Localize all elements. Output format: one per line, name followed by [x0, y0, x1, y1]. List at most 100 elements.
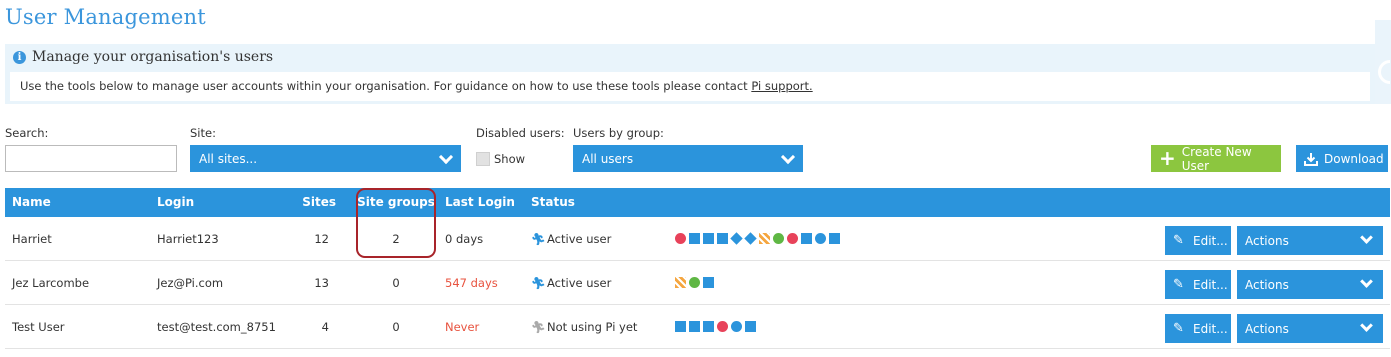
edit-label: Edit...: [1193, 321, 1228, 336]
download-icon: [1304, 152, 1318, 166]
site-select-value: All sites...: [199, 152, 258, 166]
truck-icon: [689, 233, 700, 244]
edit-button[interactable]: ✎ Edit...: [1165, 314, 1231, 343]
user-login: Jez@Pi.com: [157, 276, 224, 290]
site-select[interactable]: All sites...: [190, 145, 461, 172]
box-icon: [703, 277, 714, 288]
table-row: Test User test@test.com_8751 4 0 Never 🏃︎Not …: [5, 305, 1390, 349]
leaf-icon: [689, 277, 700, 288]
permission-icons: [675, 232, 840, 245]
user-last-login: Never: [445, 320, 480, 334]
pi-support-link[interactable]: Pi support.: [751, 79, 812, 93]
user-sites: 4: [321, 320, 329, 334]
user-name: Harriet: [12, 232, 52, 246]
user-name: Test User: [12, 320, 65, 334]
column-header-login[interactable]: Login: [157, 195, 194, 209]
edit-button[interactable]: ✎ Edit...: [1165, 226, 1231, 255]
download-doc-icon: [717, 233, 728, 244]
apple-icon: [675, 233, 686, 244]
column-header-sites[interactable]: Sites: [285, 195, 336, 209]
clock-icon: [731, 321, 742, 332]
checkered-icon: [759, 233, 770, 244]
user-status: 🏃︎Active user: [531, 276, 611, 290]
info-icon: i: [13, 50, 26, 64]
chevron-down-icon: [1360, 319, 1373, 332]
tags-icon: [744, 232, 757, 245]
clock-icon: [815, 233, 826, 244]
plus-icon: +: [1159, 145, 1176, 170]
search-input[interactable]: [5, 145, 177, 172]
user-login: test@test.com_8751: [157, 320, 276, 334]
info-heading-text: Manage your organisation's users: [32, 49, 274, 65]
download-button[interactable]: Download: [1296, 145, 1388, 172]
actions-dropdown[interactable]: Actions: [1237, 314, 1383, 343]
search-label: Search:: [5, 126, 49, 140]
check-box-icon: [801, 233, 812, 244]
permission-icons: [675, 321, 756, 332]
actions-dropdown[interactable]: Actions: [1237, 226, 1383, 255]
box-icon: [829, 233, 840, 244]
piggy-bank-icon: [787, 233, 798, 244]
disabled-users-label: Disabled users:: [476, 126, 565, 140]
runner-icon: 🏃︎: [531, 320, 546, 334]
actions-label: Actions: [1245, 321, 1289, 336]
column-header-status[interactable]: Status: [531, 195, 575, 209]
permission-icons: [675, 277, 714, 288]
table-header: Name Login Sites Site groups Last Login …: [5, 188, 1390, 217]
show-disabled-checkbox[interactable]: [476, 152, 490, 166]
leaf-icon: [773, 233, 784, 244]
runner-icon: 🏃︎: [531, 276, 546, 290]
user-status-text: Active user: [547, 276, 612, 290]
user-last-login: 0 days: [445, 232, 484, 246]
download-doc-icon: [703, 321, 714, 332]
info-panel: i Manage your organisation's users Use t…: [5, 44, 1375, 104]
pencil-icon: ✎: [1173, 233, 1184, 248]
create-new-user-label: Create New User: [1181, 144, 1252, 173]
user-sites: 12: [314, 232, 329, 246]
column-header-last-login[interactable]: Last Login: [445, 195, 515, 209]
download-label: Download: [1324, 151, 1384, 166]
chevron-down-icon: [1360, 275, 1373, 288]
page-title: User Management: [5, 5, 206, 29]
info-body-text: Use the tools below to manage user accou…: [20, 79, 752, 93]
user-site-groups: 2: [392, 232, 400, 246]
edit-label: Edit...: [1193, 277, 1228, 292]
runner-icon: 🏃︎: [531, 232, 546, 246]
swirl-decoration-icon: [1378, 60, 1390, 84]
column-header-name[interactable]: Name: [12, 195, 51, 209]
actions-label: Actions: [1245, 233, 1289, 248]
document-icon: [703, 233, 714, 244]
group-select[interactable]: All users: [573, 145, 803, 172]
group-select-value: All users: [582, 152, 634, 166]
user-status-text: Active user: [547, 232, 612, 246]
actions-label: Actions: [1245, 277, 1289, 292]
group-label: Users by group:: [573, 126, 664, 140]
piggy-bank-icon: [717, 321, 728, 332]
tag-icon: [730, 232, 743, 245]
user-status-text: Not using Pi yet: [547, 320, 638, 334]
user-status: 🏃︎Active user: [531, 232, 611, 246]
info-heading: i Manage your organisation's users: [13, 49, 273, 65]
user-status: 🏃︎Not using Pi yet: [531, 320, 637, 334]
table-row: Jez Larcombe Jez@Pi.com 13 0 547 days 🏃︎Activ…: [5, 261, 1390, 305]
edit-button[interactable]: ✎ Edit...: [1165, 270, 1231, 299]
user-login: Harriet123: [157, 232, 219, 246]
show-disabled-label: Show: [494, 152, 526, 166]
edit-label: Edit...: [1193, 233, 1228, 248]
chevron-down-icon: [780, 149, 796, 165]
pencil-icon: ✎: [1173, 321, 1184, 336]
user-sites: 13: [314, 276, 329, 290]
user-last-login: 547 days: [445, 276, 498, 290]
actions-dropdown[interactable]: Actions: [1237, 270, 1383, 299]
truck-icon: [675, 321, 686, 332]
box-icon: [745, 321, 756, 332]
site-label: Site:: [190, 126, 216, 140]
side-decoration: [1375, 20, 1391, 104]
create-new-user-button[interactable]: + Create New User: [1151, 144, 1281, 173]
column-header-site-groups[interactable]: Site groups: [356, 195, 436, 209]
pencil-icon: ✎: [1173, 277, 1184, 292]
chevron-down-icon: [1360, 231, 1373, 244]
user-name: Jez Larcombe: [12, 276, 90, 290]
checkered-icon: [675, 277, 686, 288]
document-icon: [689, 321, 700, 332]
